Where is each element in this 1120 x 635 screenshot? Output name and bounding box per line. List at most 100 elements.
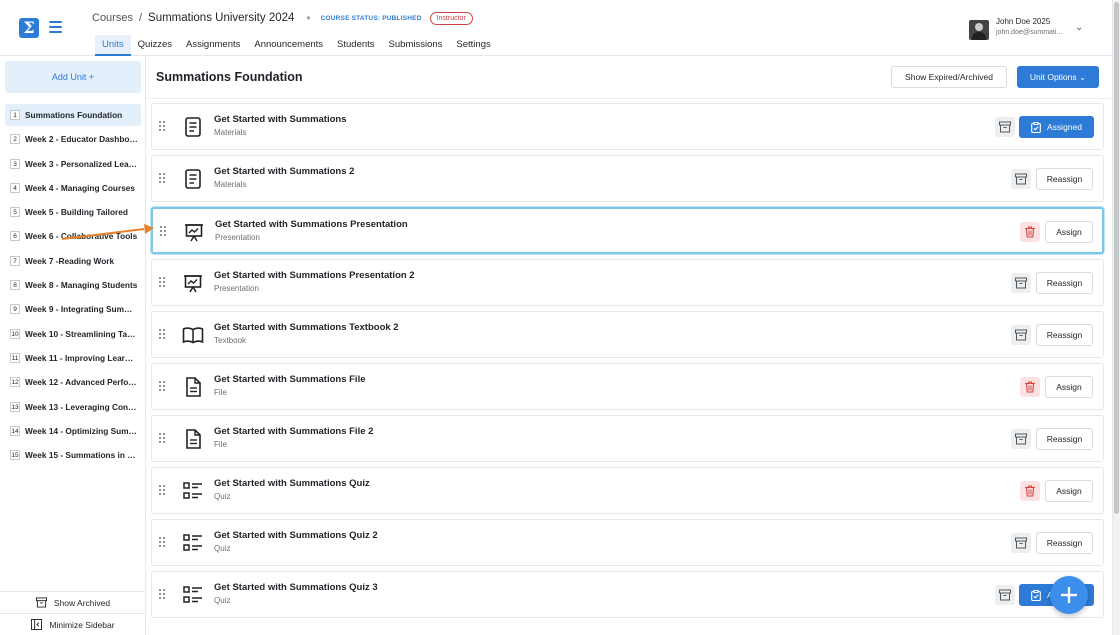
drag-handle-icon[interactable]	[159, 589, 165, 599]
reassign-button[interactable]: Reassign	[1036, 428, 1093, 450]
sidebar-item-unit[interactable]: 10 Week 10 - Streamlining Tasks	[5, 323, 141, 345]
sidebar-item-unit[interactable]: 15 Week 15 - Summations in Practice	[5, 444, 141, 466]
assign-button[interactable]: Assign	[1045, 221, 1093, 243]
drag-handle-icon[interactable]	[160, 226, 166, 236]
sidebar-item-unit[interactable]: 4 Week 4 - Managing Courses	[5, 177, 141, 199]
chevron-down-icon[interactable]: ⌄	[1075, 22, 1083, 33]
archive-icon[interactable]	[1011, 169, 1031, 189]
drag-handle-icon[interactable]	[159, 121, 165, 131]
unit-label: Week 12 - Advanced Performance	[25, 377, 138, 388]
unit-number: 4	[10, 182, 20, 193]
drag-handle-icon[interactable]	[159, 277, 165, 287]
item-title[interactable]: Get Started with Summations	[214, 114, 347, 125]
sidebar-item-unit[interactable]: 6 Week 6 - Collaborative Tools	[5, 225, 141, 247]
reassign-button[interactable]: Reassign	[1036, 532, 1093, 554]
unit-label: Summations Foundation	[25, 110, 123, 120]
sidebar-item-unit[interactable]: 2 Week 2 - Educator Dashboard	[5, 128, 141, 150]
item-type: Quiz	[214, 492, 231, 501]
breadcrumb-courses-link[interactable]: Courses	[92, 12, 133, 24]
trash-icon[interactable]	[1020, 377, 1040, 397]
archive-icon[interactable]	[1011, 325, 1031, 345]
drag-handle-icon[interactable]	[159, 537, 165, 547]
tab-quizzes[interactable]: Quizzes	[131, 35, 179, 56]
drag-handle-icon[interactable]	[159, 173, 165, 183]
menu-icon[interactable]	[49, 21, 62, 33]
assign-button[interactable]: Assign	[1045, 480, 1093, 502]
drag-handle-icon[interactable]	[159, 485, 165, 495]
item-title[interactable]: Get Started with Summations Textbook 2	[214, 322, 399, 333]
tab-settings[interactable]: Settings	[449, 35, 497, 56]
assign-button[interactable]: Assign	[1045, 376, 1093, 398]
drag-handle-icon[interactable]	[159, 433, 165, 443]
presentation-icon	[183, 221, 205, 243]
show-archived-button[interactable]: Show Archived	[0, 591, 146, 613]
archive-icon[interactable]	[995, 585, 1015, 605]
user-menu[interactable]: John Doe 2025 john.doe@summati... ⌄	[969, 14, 1099, 42]
item-title[interactable]: Get Started with Summations Presentation	[215, 219, 408, 230]
drag-handle-icon[interactable]	[159, 329, 165, 339]
sidebar-item-unit[interactable]: 13 Week 13 - Leveraging Content	[5, 396, 141, 418]
item-list: Get Started with Summations Materials Assi…	[151, 103, 1104, 623]
sidebar-item-unit[interactable]: 3 Week 3 - Personalized Learning	[5, 153, 141, 175]
sidebar-item-unit[interactable]: 8 Week 8 - Managing Students	[5, 274, 141, 296]
item-title[interactable]: Get Started with Summations File 2	[214, 426, 373, 437]
show-expired-button[interactable]: Show Expired/Archived	[891, 66, 1007, 88]
list-item[interactable]: Get Started with Summations Quiz 3QuizAs…	[151, 571, 1104, 618]
unit-label: Week 13 - Leveraging Content	[25, 401, 138, 412]
archive-icon[interactable]	[995, 117, 1015, 137]
item-title[interactable]: Get Started with Summations Presentation…	[214, 270, 415, 281]
list-item[interactable]: Get Started with Summations Materials Assi…	[151, 103, 1104, 150]
sidebar-item-unit[interactable]: 7 Week 7 -Reading Work	[5, 250, 141, 272]
unit-label: Week 7 -Reading Work	[25, 255, 115, 266]
list-item[interactable]: Get Started with Summations Presentation…	[151, 207, 1104, 254]
list-item[interactable]: Get Started with Summations Presentation…	[151, 259, 1104, 306]
archive-icon[interactable]	[1011, 533, 1031, 553]
list-item[interactable]: Get Started with Summations 2 Materials Re…	[151, 155, 1104, 202]
add-item-fab[interactable]	[1050, 576, 1088, 614]
reassign-button[interactable]: Reassign	[1036, 324, 1093, 346]
clipboard-check-icon	[1031, 589, 1047, 601]
page: Σ Courses / Summations University 2024 •…	[0, 0, 1120, 635]
unit-options-button[interactable]: Unit Options ⌄	[1017, 66, 1099, 88]
sidebar-item-unit[interactable]: 5 Week 5 - Building Tailored	[5, 201, 141, 223]
item-title[interactable]: Get Started with Summations Quiz	[214, 478, 370, 489]
sidebar: Add Unit + 1 Summations Foundation 2 Week 2…	[0, 56, 146, 635]
unit-label: Week 10 - Streamlining Tasks	[25, 328, 138, 339]
sidebar-item-unit[interactable]: 12 Week 12 - Advanced Performance	[5, 371, 141, 393]
drag-handle-icon[interactable]	[159, 381, 165, 391]
sidebar-item-unit[interactable]: 11 Week 11 - Improving Learning	[5, 347, 141, 369]
trash-icon[interactable]	[1020, 222, 1040, 242]
tab-students[interactable]: Students	[330, 35, 382, 56]
reassign-button[interactable]: Reassign	[1036, 272, 1093, 294]
item-title[interactable]: Get Started with Summations File	[214, 374, 366, 385]
item-title[interactable]: Get Started with Summations Quiz 2	[214, 530, 378, 541]
list-item[interactable]: Get Started with Summations Textbook 2 Te…	[151, 311, 1104, 358]
archive-icon[interactable]	[1011, 429, 1031, 449]
tab-units[interactable]: Units	[95, 35, 131, 56]
assigned-button[interactable]: Assigned	[1019, 116, 1094, 138]
item-title[interactable]: Get Started with Summations 2	[214, 166, 354, 177]
list-item[interactable]: Get Started with Summations Quiz 2 Quiz Re…	[151, 519, 1104, 566]
tab-announcements[interactable]: Announcements	[247, 35, 330, 56]
archive-icon[interactable]	[1011, 273, 1031, 293]
scrollbar-thumb[interactable]	[1114, 2, 1119, 514]
scrollbar[interactable]	[1112, 0, 1120, 635]
list-item[interactable]: Get Started with Summations File 2 File Re…	[151, 415, 1104, 462]
reassign-button[interactable]: Reassign	[1036, 168, 1093, 190]
sidebar-item-unit[interactable]: 1 Summations Foundation	[5, 104, 141, 126]
list-item[interactable]: Get Started with Summations Quiz Quiz Assi…	[151, 467, 1104, 514]
unit-number: 14	[10, 425, 20, 436]
tab-assignments[interactable]: Assignments	[179, 35, 247, 56]
minimize-sidebar-button[interactable]: Minimize Sidebar	[0, 613, 146, 635]
item-title[interactable]: Get Started with Summations Quiz 3	[214, 582, 378, 593]
quiz-icon	[182, 584, 204, 606]
trash-icon[interactable]	[1020, 481, 1040, 501]
unit-label: Week 5 - Building Tailored	[25, 207, 128, 218]
chevron-down-icon: ⌄	[1079, 72, 1087, 82]
list-item[interactable]: Get Started with Summations File File Assi…	[151, 363, 1104, 410]
tab-submissions[interactable]: Submissions	[382, 35, 450, 56]
app-logo[interactable]: Σ	[19, 18, 39, 38]
sidebar-item-unit[interactable]: 14 Week 14 - Optimizing Summations	[5, 420, 141, 442]
sidebar-item-unit[interactable]: 9 Week 9 - Integrating Summations	[5, 298, 141, 320]
add-unit-button[interactable]: Add Unit +	[5, 61, 141, 93]
